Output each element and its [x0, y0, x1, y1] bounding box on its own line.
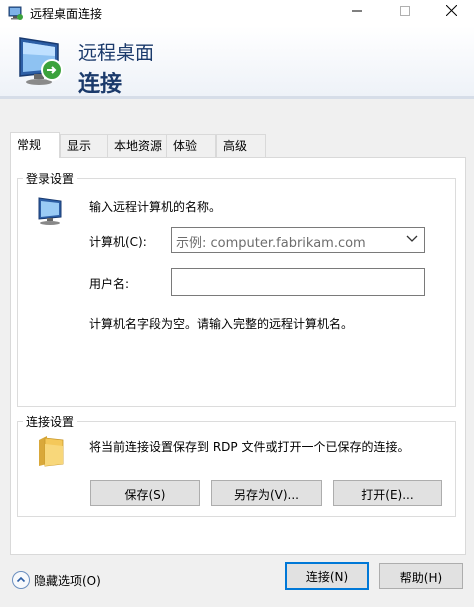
hide-options-label: 隐藏选项(O) [34, 574, 101, 588]
connection-description: 将当前连接设置保存到 RDP 文件或打开一个已保存的连接。 [89, 440, 410, 454]
tab-local-resources[interactable]: 本地资源 [107, 134, 171, 157]
computer-label: 计算机(C): [89, 235, 147, 249]
remote-desktop-icon [19, 37, 63, 85]
tab-advanced[interactable]: 高级 [216, 134, 266, 157]
maximize-icon [400, 6, 410, 16]
collapse-arrow-icon [12, 571, 30, 589]
title-bar: 远程桌面连接 [0, 0, 474, 26]
computer-combobox[interactable]: 示例: computer.fabrikam.com [171, 227, 425, 253]
banner-title-line1: 远程桌面 [78, 42, 155, 64]
help-button[interactable]: 帮助(H) [379, 563, 463, 589]
login-instruction: 输入远程计算机的名称。 [89, 200, 222, 214]
username-field[interactable] [171, 268, 425, 296]
open-button[interactable]: 打开(E)... [333, 480, 442, 506]
minimize-button[interactable] [334, 0, 380, 26]
tab-general[interactable]: 常规 [10, 132, 60, 158]
maximize-button[interactable] [382, 0, 428, 26]
general-tab-panel: 登录设置 输入远程计算机的名称。 计算机(C): 示例: computer.fa… [10, 157, 466, 555]
close-icon [445, 4, 457, 17]
save-as-button[interactable]: 另存为(V)... [211, 480, 322, 506]
remote-desktop-icon [8, 6, 23, 20]
validation-message: 计算机名字段为空。请输入完整的远程计算机名。 [89, 317, 354, 331]
banner-title-line2: 连接 [78, 72, 123, 97]
username-label: 用户名: [89, 277, 130, 291]
folder-icon [39, 436, 64, 467]
close-button[interactable] [428, 0, 474, 26]
window-title: 远程桌面连接 [30, 7, 103, 21]
computer-icon [38, 197, 62, 225]
login-settings-label: 登录设置 [23, 170, 78, 187]
tab-display[interactable]: 显示 [60, 134, 110, 157]
header-banner: 远程桌面 连接 [0, 26, 474, 97]
connection-settings-label: 连接设置 [23, 413, 78, 430]
minimize-icon [352, 10, 362, 12]
connect-button[interactable]: 连接(N) [285, 562, 369, 590]
tab-experience[interactable]: 体验 [166, 134, 216, 157]
chevron-down-icon[interactable] [406, 232, 418, 244]
computer-placeholder: 示例: computer.fabrikam.com [176, 236, 366, 251]
save-button[interactable]: 保存(S) [90, 480, 200, 506]
banner-divider [0, 96, 474, 99]
